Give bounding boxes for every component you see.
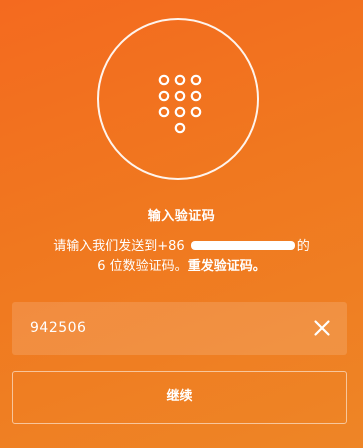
close-icon[interactable]	[313, 319, 331, 337]
instruction-line-2: 6 位数验证码。重发验证码。	[0, 257, 363, 277]
continue-button[interactable]: 继续	[12, 371, 347, 424]
instruction-digits-text: 6 位数验证码。	[97, 259, 188, 274]
verification-code-field[interactable]: 942506	[12, 302, 347, 355]
page-title: 输入验证码	[147, 209, 216, 224]
keypad-icon-circle	[97, 18, 259, 180]
verification-code-value[interactable]: 942506	[30, 320, 86, 336]
instruction-text: 请输入我们发送到+86 的 6 位数验证码。重发验证码。	[0, 237, 363, 277]
resend-code-link[interactable]: 重发验证码。	[188, 259, 266, 274]
instruction-line-1: 请输入我们发送到+86 的	[0, 237, 363, 257]
instruction-prefix: 请输入我们发送到+86	[53, 239, 189, 254]
instruction-suffix: 的	[296, 239, 310, 254]
keypad-icon	[158, 74, 202, 134]
redacted-phone-number	[190, 241, 295, 250]
